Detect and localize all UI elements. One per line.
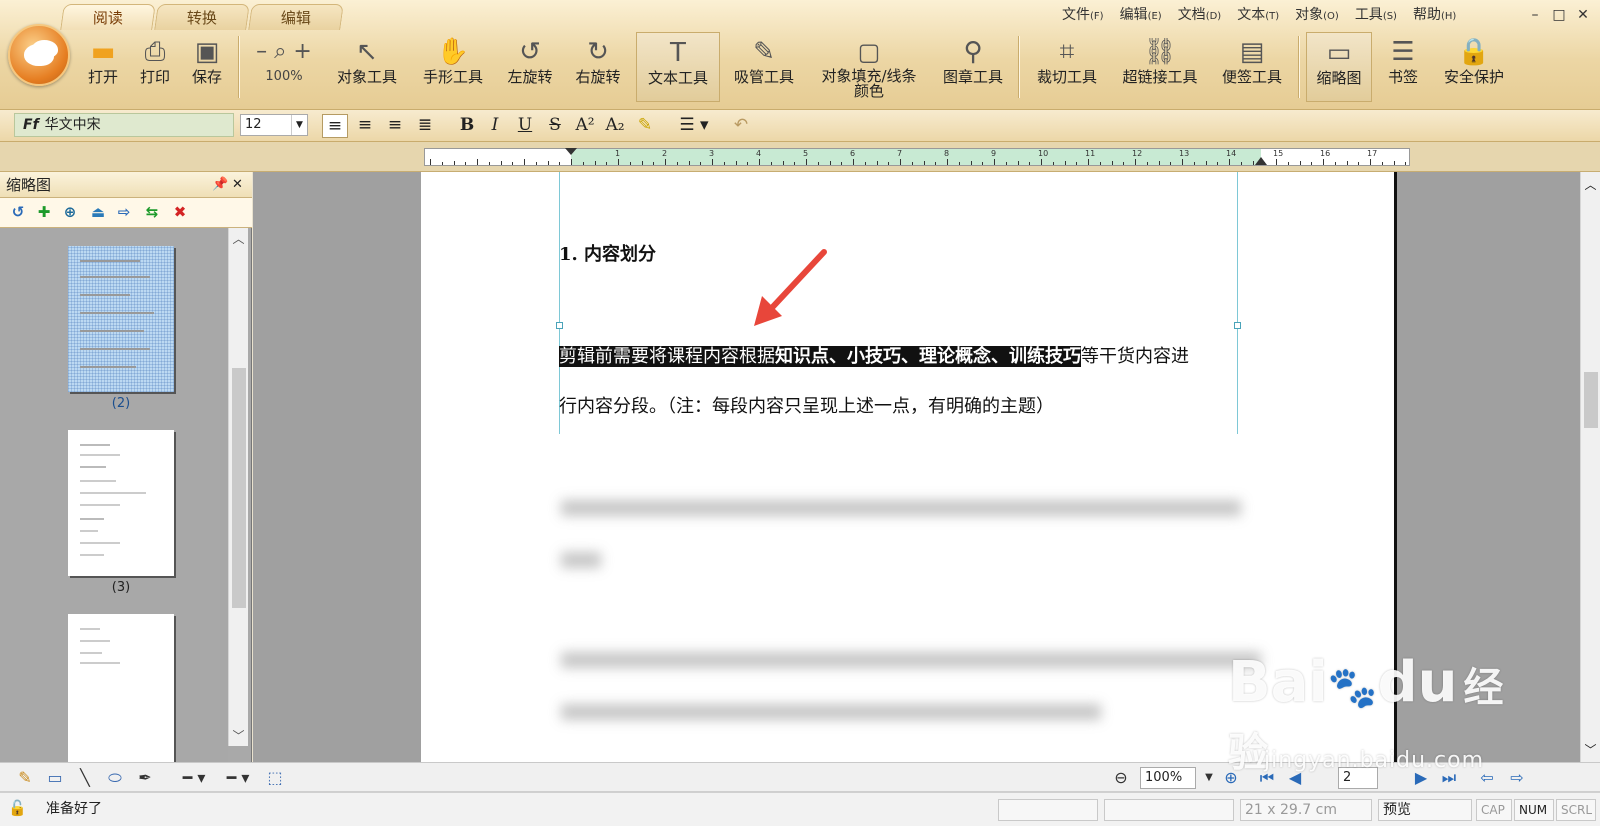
unlock-icon: 🔓 (8, 799, 27, 817)
status-bar: 🔓 准备好了 21 x 29.7 cm 预览 CAP NUM SCRL (0, 792, 1600, 826)
baidu-watermark: Bai🐾du 经验 jingyan.baidu.com (1228, 650, 1504, 776)
ellipse-icon[interactable]: ⬭ (104, 767, 126, 789)
line-width-select[interactable]: ━ ▾ (218, 767, 258, 789)
paw-icon: 🐾 (1327, 665, 1378, 711)
page-size-label: 21 x 29.7 cm (1240, 799, 1372, 821)
pen-icon[interactable]: ✒ (134, 767, 156, 789)
line-style-select[interactable]: ━ ▾ (174, 767, 214, 789)
zoom-select[interactable]: 100% (1140, 767, 1196, 789)
view-mode-label: 预览 (1378, 799, 1472, 821)
pencil-icon[interactable]: ✎ (14, 767, 36, 789)
status-text: 准备好了 (46, 801, 102, 817)
caps-lock-indicator: CAP (1476, 799, 1512, 821)
scroll-lock-indicator: SCRL (1556, 799, 1596, 821)
line-icon[interactable]: ╲ (74, 767, 96, 789)
select-area-icon[interactable]: ⬚ (264, 767, 286, 789)
status-cell (1104, 799, 1234, 821)
zoom-out-icon[interactable]: ⊖ (1110, 767, 1132, 789)
status-cell (998, 799, 1098, 821)
num-lock-indicator: NUM (1514, 799, 1554, 821)
rectangle-icon[interactable]: ▭ (44, 767, 66, 789)
chevron-down-icon[interactable]: ▼ (1198, 767, 1220, 789)
